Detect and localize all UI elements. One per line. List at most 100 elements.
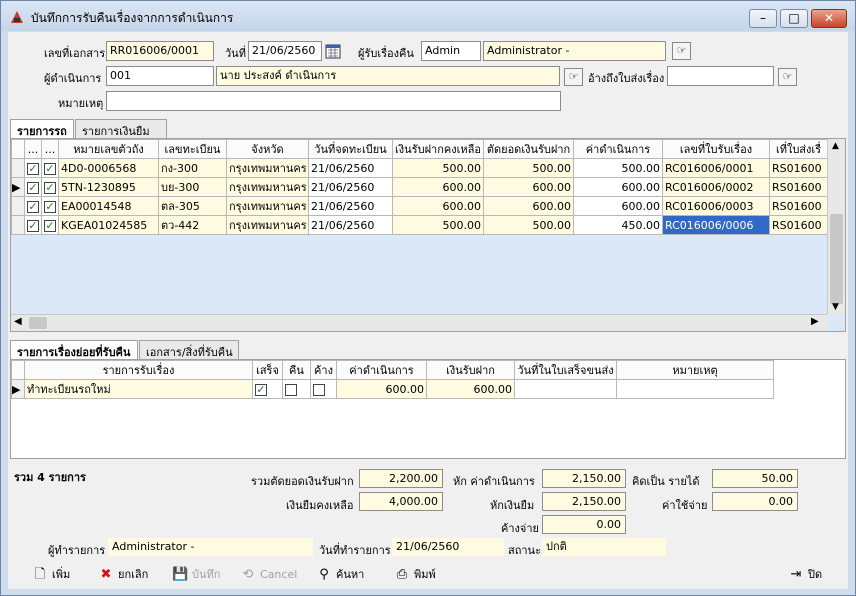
checkbox[interactable]: ✓ bbox=[44, 181, 56, 194]
chassis-cell[interactable]: 4D0-0006568 bbox=[58, 158, 159, 178]
scroll-right-icon[interactable]: ▶ bbox=[811, 316, 819, 327]
col-header[interactable]: ตัดยอดเงินรับฝาก bbox=[483, 139, 574, 159]
check-cell[interactable]: ✓ bbox=[41, 158, 59, 178]
checkbox[interactable]: ✓ bbox=[44, 219, 56, 232]
deposit-cell[interactable]: 600.00 bbox=[426, 379, 515, 399]
col-header[interactable]: ค้าง bbox=[310, 360, 337, 380]
send-cell[interactable]: RS01600 bbox=[769, 177, 828, 197]
deduct-cell[interactable]: 500.00 bbox=[483, 158, 574, 178]
item-cell[interactable]: ทำทะเบียนรถใหม่ bbox=[24, 379, 253, 399]
send-cell[interactable]: RS01600 bbox=[769, 215, 828, 235]
calendar-icon[interactable] bbox=[325, 43, 341, 59]
province-cell[interactable]: กรุงเทพมหานคร bbox=[226, 196, 309, 216]
deposit-cell[interactable]: 500.00 bbox=[392, 158, 484, 178]
col-header[interactable]: เสร็จ bbox=[252, 360, 283, 380]
note-field[interactable] bbox=[106, 91, 561, 111]
checkbox[interactable] bbox=[313, 383, 325, 396]
pending-cell[interactable] bbox=[310, 379, 337, 399]
reg-date-cell[interactable]: 21/06/2560 bbox=[308, 215, 393, 235]
row-indicator[interactable] bbox=[11, 196, 25, 216]
checkbox[interactable] bbox=[285, 383, 297, 396]
receipt-cell[interactable]: RC016006/0001 bbox=[662, 158, 770, 178]
table-row[interactable]: ✓ ✓ KGEA01024585 ตว-442 กรุงเทพมหานคร 21… bbox=[11, 215, 828, 235]
plate-cell[interactable]: บย-300 bbox=[158, 177, 227, 197]
scroll-thumb[interactable] bbox=[830, 214, 843, 304]
exit-button[interactable]: ⇥ ปิด bbox=[788, 565, 823, 585]
send-cell[interactable]: RS01600 bbox=[769, 158, 828, 178]
col-header[interactable]: ... bbox=[41, 139, 59, 159]
col-header[interactable]: คืน bbox=[282, 360, 311, 380]
scroll-left-icon[interactable]: ◀ bbox=[14, 316, 22, 327]
receiver-lookup-button[interactable]: ☞ bbox=[672, 42, 691, 60]
receipt-cell[interactable]: RC016006/0002 bbox=[662, 177, 770, 197]
check-cell[interactable]: ✓ bbox=[24, 177, 42, 197]
check-cell[interactable]: ✓ bbox=[41, 196, 59, 216]
print-button[interactable]: ⎙ พิมพ์ bbox=[394, 565, 436, 585]
row-indicator[interactable]: ▶ bbox=[11, 177, 25, 197]
deduct-cell[interactable]: 600.00 bbox=[483, 177, 574, 197]
checkbox[interactable]: ✓ bbox=[44, 200, 56, 213]
fee-cell[interactable]: 450.00 bbox=[573, 215, 663, 235]
col-header[interactable]: หมายเลขตัวถัง bbox=[58, 139, 159, 159]
chassis-cell[interactable]: KGEA01024585 bbox=[58, 215, 159, 235]
checkbox[interactable]: ✓ bbox=[27, 162, 39, 175]
row-indicator[interactable]: ▶ bbox=[11, 379, 25, 399]
date-field[interactable]: 21/06/2560 bbox=[248, 41, 322, 61]
deduct-cell[interactable]: 500.00 bbox=[483, 215, 574, 235]
check-cell[interactable]: ✓ bbox=[24, 196, 42, 216]
col-header[interactable]: เงินรับฝาก bbox=[426, 360, 515, 380]
check-cell[interactable]: ✓ bbox=[24, 215, 42, 235]
province-cell[interactable]: กรุงเทพมหานคร bbox=[226, 177, 309, 197]
reg-date-cell[interactable]: 21/06/2560 bbox=[308, 196, 393, 216]
col-header[interactable]: วันที่ในใบเสร็จขนส่ง bbox=[514, 360, 617, 380]
return-cell[interactable] bbox=[282, 379, 311, 399]
operator-lookup-button[interactable]: ☞ bbox=[564, 68, 583, 86]
scroll-up-icon[interactable]: ▲ bbox=[832, 141, 839, 151]
tab-sub-items[interactable]: รายการเรื่องย่อยที่รับคืน bbox=[10, 340, 138, 360]
check-cell[interactable]: ✓ bbox=[24, 158, 42, 178]
checkbox[interactable]: ✓ bbox=[255, 383, 267, 396]
checkbox[interactable]: ✓ bbox=[27, 219, 39, 232]
deposit-cell[interactable]: 600.00 bbox=[392, 177, 484, 197]
fee-cell[interactable]: 600.00 bbox=[573, 177, 663, 197]
reg-date-cell[interactable]: 21/06/2560 bbox=[308, 158, 393, 178]
check-cell[interactable]: ✓ bbox=[41, 177, 59, 197]
row-indicator[interactable] bbox=[11, 215, 25, 235]
col-header[interactable]: ค่าดำเนินการ bbox=[336, 360, 427, 380]
cancel-document-button[interactable]: ✖ ยกเลิก bbox=[98, 565, 149, 585]
receipt-date-cell[interactable] bbox=[514, 379, 617, 399]
ref-lookup-button[interactable]: ☞ bbox=[778, 68, 797, 86]
close-window-button[interactable]: ✕ bbox=[811, 9, 847, 28]
tab-vehicles[interactable]: รายการรถ bbox=[10, 119, 74, 139]
send-cell[interactable]: RS01600 bbox=[769, 196, 828, 216]
horizontal-scrollbar[interactable]: ◀ ▶ bbox=[11, 314, 827, 331]
chassis-cell[interactable]: EA00014548 bbox=[58, 196, 159, 216]
receipt-cell-selected[interactable]: RC016006/0006 bbox=[662, 215, 770, 235]
checkbox[interactable]: ✓ bbox=[27, 181, 39, 194]
col-header[interactable]: ... bbox=[24, 139, 42, 159]
col-header[interactable]: รายการรับเรื่อง bbox=[24, 360, 253, 380]
maximize-button[interactable]: □ bbox=[780, 9, 808, 28]
note-cell[interactable] bbox=[616, 379, 774, 399]
vertical-scrollbar[interactable]: ▲ ▼ bbox=[827, 139, 845, 314]
scroll-down-icon[interactable]: ▼ bbox=[832, 302, 839, 312]
plate-cell[interactable]: กง-300 bbox=[158, 158, 227, 178]
done-cell[interactable]: ✓ bbox=[252, 379, 283, 399]
receipt-cell[interactable]: RC016006/0003 bbox=[662, 196, 770, 216]
plate-cell[interactable]: ตล-305 bbox=[158, 196, 227, 216]
search-button[interactable]: ⚲ ค้นหา bbox=[316, 565, 364, 585]
hscroll-thumb[interactable] bbox=[29, 317, 47, 329]
check-cell[interactable]: ✓ bbox=[41, 215, 59, 235]
col-header[interactable]: เลขทะเบียน bbox=[158, 139, 227, 159]
table-row[interactable]: ▶ ✓ ✓ 5TN-1230895 บย-300 กรุงเทพมหานคร 2… bbox=[11, 177, 828, 197]
add-button[interactable]: 🗋 เพิ่ม bbox=[32, 565, 71, 585]
operator-code-field[interactable]: 001 bbox=[106, 66, 214, 86]
checkbox[interactable]: ✓ bbox=[27, 200, 39, 213]
chassis-cell[interactable]: 5TN-1230895 bbox=[58, 177, 159, 197]
save-button[interactable]: 💾 บันทึก bbox=[172, 565, 220, 585]
col-header[interactable]: เงินรับฝากคงเหลือ bbox=[392, 139, 484, 159]
fee-cell[interactable]: 500.00 bbox=[573, 158, 663, 178]
row-indicator[interactable] bbox=[11, 158, 25, 178]
col-header[interactable]: เที่ใบส่งเรื่ bbox=[769, 139, 828, 159]
doc-no-field[interactable]: RR016006/0001 bbox=[106, 41, 214, 61]
